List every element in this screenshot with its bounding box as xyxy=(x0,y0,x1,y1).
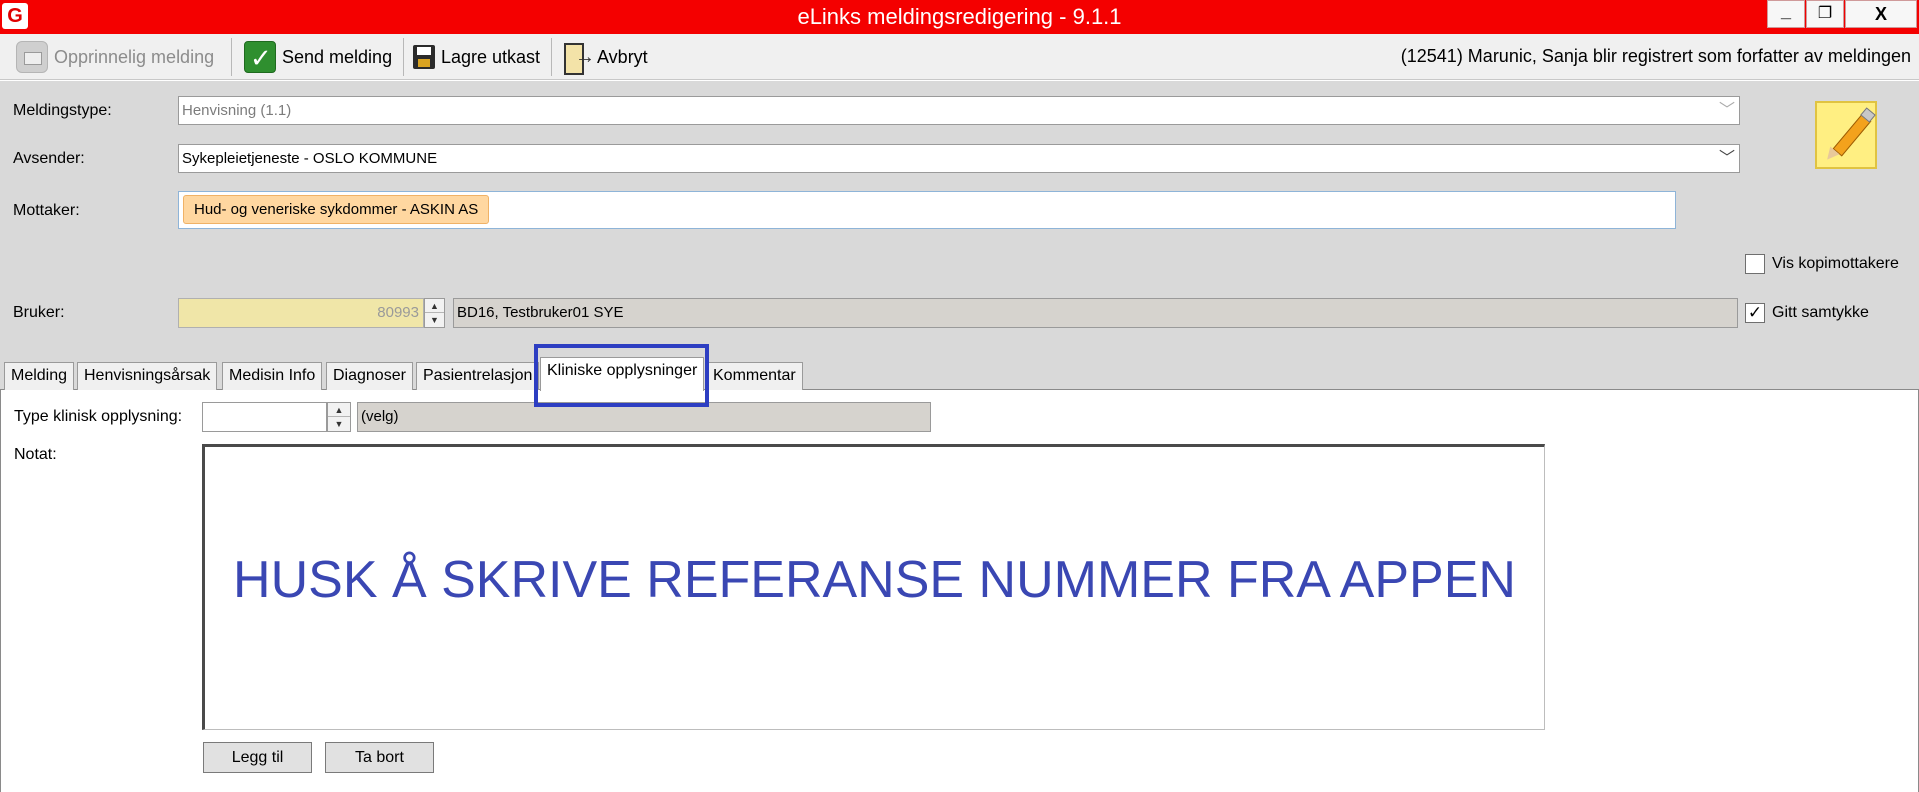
recipient-label: Mottaker: xyxy=(13,202,80,219)
cancel-button[interactable]: Avbryt xyxy=(561,39,648,75)
checkbox-unchecked xyxy=(1745,254,1765,274)
author-info: (12541) Marunic, Sanja blir registrert s… xyxy=(1400,46,1911,66)
spin-down-icon[interactable]: ▼ xyxy=(328,417,350,431)
spin-up-icon[interactable]: ▲ xyxy=(425,299,444,313)
message-type-select[interactable]: Henvisning (1.1) ﹀ xyxy=(178,96,1740,125)
add-button[interactable]: Legg til xyxy=(203,742,312,773)
message-type-value: Henvisning (1.1) xyxy=(182,102,292,119)
spin-up-icon[interactable]: ▲ xyxy=(328,403,350,417)
clinical-info-panel: Type klinisk opplysning: ▲ ▼ (velg) Nota… xyxy=(0,390,1919,792)
user-id-spinner[interactable]: ▲ ▼ xyxy=(424,298,445,328)
title-bar: G eLinks meldingsredigering - 9.1.1 _ ❐ … xyxy=(0,0,1919,34)
original-message-button[interactable]: Opprinnelig melding xyxy=(16,39,214,75)
message-header-form: Meldingstype: Henvisning (1.1) ﹀ Avsende… xyxy=(0,81,1919,352)
toolbar: Opprinnelig melding Send melding Lagre u… xyxy=(0,34,1919,80)
floppy-disk-icon xyxy=(413,45,435,69)
show-copy-recipients-checkbox[interactable]: Vis kopimottakere xyxy=(1745,254,1899,274)
chevron-down-icon: ﹀ xyxy=(1718,102,1735,119)
tab-henvisningsarsak[interactable]: Henvisningsårsak xyxy=(77,362,218,390)
chevron-down-icon: ﹀ xyxy=(1718,150,1735,167)
show-copy-recipients-label: Vis kopimottakere xyxy=(1772,255,1899,272)
clinical-type-label: Type klinisk opplysning: xyxy=(14,408,183,425)
toolbar-separator xyxy=(551,38,552,76)
close-icon: X xyxy=(1874,4,1887,24)
original-message-label: Opprinnelig melding xyxy=(54,46,215,67)
toolbar-separator xyxy=(403,38,404,76)
close-button[interactable]: X xyxy=(1845,0,1917,28)
envelope-icon xyxy=(16,41,48,73)
send-message-label: Send melding xyxy=(282,46,393,67)
tab-medisin-info[interactable]: Medisin Info xyxy=(222,362,323,390)
tab-kommentar[interactable]: Kommentar xyxy=(706,362,803,390)
minimize-button[interactable]: _ xyxy=(1767,0,1805,28)
spin-down-icon[interactable]: ▼ xyxy=(425,313,444,327)
minimize-icon: _ xyxy=(1780,1,1791,21)
cancel-label: Avbryt xyxy=(597,46,648,67)
note-label: Notat: xyxy=(14,446,57,463)
sender-value: Sykepleietjeneste - OSLO KOMMUNE xyxy=(182,150,438,167)
message-type-label: Meldingstype: xyxy=(13,102,112,119)
note-textarea[interactable]: HUSK Å SKRIVE REFERANSE NUMMER FRA APPEN xyxy=(202,444,1545,730)
consent-label: Gitt samtykke xyxy=(1772,304,1869,321)
restore-icon: ❐ xyxy=(1817,5,1833,22)
save-draft-label: Lagre utkast xyxy=(441,46,541,67)
save-draft-button[interactable]: Lagre utkast xyxy=(413,39,540,75)
recipient-tag[interactable]: Hud- og veneriske sykdommer - ASKIN AS xyxy=(183,195,490,224)
tab-melding[interactable]: Melding xyxy=(4,362,75,390)
clinical-type-spinner[interactable]: ▲ ▼ xyxy=(327,402,351,432)
note-text: HUSK Å SKRIVE REFERANSE NUMMER FRA APPEN xyxy=(233,551,1516,609)
check-icon: ✓ xyxy=(1745,303,1765,323)
tab-highlight-frame xyxy=(534,344,709,407)
restore-button[interactable]: ❐ xyxy=(1806,0,1844,28)
send-message-button[interactable]: Send melding xyxy=(244,39,392,75)
window-title: eLinks meldingsredigering - 9.1.1 xyxy=(797,4,1122,29)
toolbar-separator xyxy=(231,38,232,76)
check-icon xyxy=(244,41,276,74)
clinical-type-input[interactable] xyxy=(202,402,327,432)
sender-label: Avsender: xyxy=(13,150,85,167)
user-label: Bruker: xyxy=(13,304,65,321)
consent-checkbox[interactable]: ✓ Gitt samtykke xyxy=(1745,303,1869,323)
tab-diagnoser[interactable]: Diagnoser xyxy=(326,362,413,390)
sender-select[interactable]: Sykepleietjeneste - OSLO KOMMUNE ﹀ xyxy=(178,144,1740,173)
exit-door-icon xyxy=(561,42,595,75)
pencil-icon[interactable] xyxy=(1815,101,1877,169)
user-id-field[interactable]: 80993 xyxy=(178,298,424,328)
user-name-field: BD16, Testbruker01 SYE xyxy=(453,298,1738,328)
tab-strip: Melding Henvisningsårsak Medisin Info Di… xyxy=(0,352,1919,391)
tab-pasientrelasjon[interactable]: Pasientrelasjon xyxy=(416,362,540,390)
remove-button[interactable]: Ta bort xyxy=(325,742,434,773)
recipient-field[interactable]: Hud- og veneriske sykdommer - ASKIN AS xyxy=(178,191,1676,229)
